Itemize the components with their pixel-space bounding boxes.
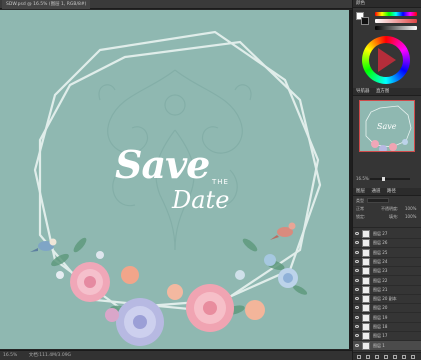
layers-panel-header: 图层 通道 路径 [353, 188, 421, 196]
tab-channels[interactable]: 通道 [371, 189, 380, 194]
tab-navigator[interactable]: 导航器 [356, 89, 370, 94]
layer-thumbnail [362, 276, 370, 285]
artwork-graphic [30, 30, 322, 346]
kind-filter-label: 类型 [356, 198, 364, 203]
visibility-eye-icon[interactable] [355, 334, 359, 338]
add-mask-icon[interactable] [375, 355, 379, 359]
photoshop-window: SDW.psd @ 16.5% (图层 1, RGB/8#) Save THE … [0, 0, 421, 360]
pink-peony-right [186, 284, 234, 332]
color-panel-header[interactable]: 颜色 [353, 0, 421, 8]
link-layers-icon[interactable] [357, 355, 361, 359]
status-bar: 16.5% 文档:111.4M/3.09G [0, 350, 352, 360]
navigator-zoom-value[interactable]: 16.5% [356, 176, 369, 181]
document-tab[interactable]: SDW.psd @ 16.5% (图层 1, RGB/8#) [2, 0, 91, 9]
opacity-label: 不透明度: [381, 206, 399, 211]
color-panel: 颜色 [353, 0, 421, 87]
navigator-preview: Save [365, 105, 412, 151]
pink-peony-left [70, 262, 110, 302]
layer-thumbnail [362, 332, 370, 341]
opacity-value[interactable]: 100% [405, 206, 416, 211]
visibility-eye-icon[interactable] [355, 278, 359, 282]
layer-row[interactable]: 图层 1 [353, 340, 421, 351]
kind-filter-select[interactable] [367, 198, 389, 203]
navigator-zoom-row: 16.5% [356, 176, 419, 182]
status-zoom[interactable]: 16.5% [3, 353, 17, 358]
fill-value[interactable]: 100% [405, 214, 416, 219]
blend-mode-select[interactable]: 正常 [356, 206, 364, 211]
layer-list: 图层 27 图层 26 图层 25 图层 24 图层 23 图层 22 图层 21 图层 20… [353, 229, 421, 351]
layers-panel: 图层 通道 路径 类型 正常 不透明度: 100% 锁定: 填充: 100% 图… [353, 188, 421, 360]
workspace: SDW.psd @ 16.5% (图层 1, RGB/8#) Save THE … [0, 0, 352, 360]
navigator-panel-header: 导航器 直方图 [353, 88, 421, 96]
new-group-icon[interactable] [393, 355, 397, 359]
color-panel-title[interactable]: 颜色 [356, 1, 365, 6]
visibility-eye-icon[interactable] [355, 325, 359, 328]
color-wheel[interactable] [362, 36, 410, 84]
visibility-eye-icon[interactable] [355, 241, 359, 245]
navigator-zoom-knob[interactable] [382, 177, 385, 181]
navigator-zoom-slider[interactable] [370, 177, 410, 181]
tab-histogram[interactable]: 直方图 [376, 89, 390, 94]
color-wheel-center [369, 43, 403, 77]
add-style-icon[interactable] [366, 355, 370, 359]
layer-thumbnail [362, 313, 370, 322]
layer-thumbnail [362, 230, 370, 238]
status-document-size: 文档:111.4M/3.09G [28, 353, 72, 358]
canvas[interactable]: Save THE Date [0, 10, 349, 349]
layer-thumbnail [362, 248, 370, 257]
adjustment-layer-icon[interactable] [384, 355, 388, 359]
background-color-swatch[interactable] [361, 17, 369, 25]
layer-thumbnail [362, 295, 370, 304]
layer-thumbnail [362, 304, 370, 313]
layer-name[interactable]: 图层 1 [373, 341, 385, 351]
visibility-eye-icon[interactable] [355, 315, 359, 319]
visibility-eye-icon[interactable] [355, 306, 359, 310]
visibility-eye-icon[interactable] [355, 297, 359, 301]
floral-wreath [51, 237, 308, 346]
fill-label: 填充: [389, 214, 399, 219]
tab-paths[interactable]: 路径 [387, 189, 396, 194]
saturation-slider[interactable] [375, 19, 417, 23]
bird-right [270, 222, 296, 240]
layer-thumbnail [362, 239, 370, 248]
document-tab-bar: SDW.psd @ 16.5% (图层 1, RGB/8#) [0, 0, 352, 9]
delete-layer-icon[interactable] [411, 355, 415, 359]
navigator-thumbnail[interactable]: Save [359, 100, 415, 152]
damask-ornament [98, 69, 252, 251]
layer-thumbnail [362, 257, 370, 266]
color-triangle[interactable] [378, 48, 396, 72]
layer-thumbnail [362, 285, 370, 294]
visibility-eye-icon[interactable] [355, 287, 359, 291]
new-layer-icon[interactable] [402, 355, 406, 359]
visibility-eye-icon[interactable] [355, 269, 359, 273]
visibility-eye-icon[interactable] [355, 259, 359, 263]
visibility-eye-icon[interactable] [355, 232, 359, 235]
layer-controls: 类型 正常 不透明度: 100% 锁定: 填充: 100% [353, 196, 421, 228]
layers-footer [353, 352, 421, 360]
visibility-eye-icon[interactable] [355, 343, 359, 347]
svg-text:Save: Save [377, 122, 397, 131]
brightness-slider[interactable] [375, 26, 417, 30]
tab-layers[interactable]: 图层 [356, 189, 365, 194]
layer-thumbnail [362, 341, 370, 350]
layer-thumbnail [362, 267, 370, 276]
right-panel-dock: 颜色 导航器 直方图 Save 16.5% 图层 通道 路径 类型 正常 不透明… [352, 0, 421, 360]
visibility-eye-icon[interactable] [355, 250, 359, 254]
layer-thumbnail [362, 323, 370, 331]
lock-label: 锁定: [356, 214, 366, 219]
hue-slider[interactable] [375, 12, 417, 16]
navigator-panel: 导航器 直方图 Save 16.5% [353, 88, 421, 188]
lavender-peony [116, 298, 164, 346]
